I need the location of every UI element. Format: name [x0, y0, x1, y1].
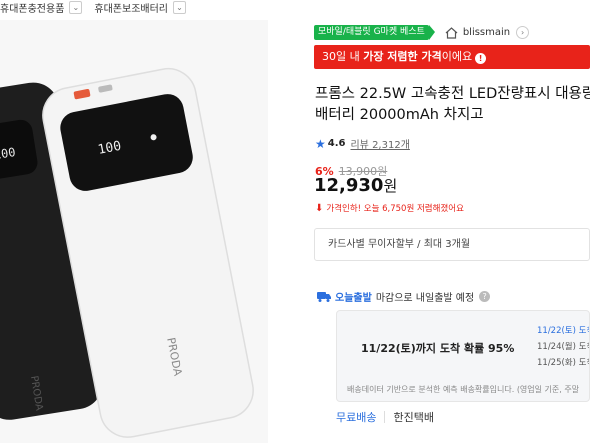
delivery-probability: 11/22(토)까지 도착 확률 95% [361, 342, 515, 355]
badge-row: 모바일/태블릿 G마켓 베스트 blissmain › [314, 25, 530, 40]
price-drop-text: 가격인하! 오늘 6,750원 저렴해졌어요 [326, 204, 464, 214]
shipping-method-row: 무료배송 한진택배 [336, 409, 434, 425]
review-count-link[interactable]: 리뷰 2,312개 [350, 136, 409, 151]
arrow-down-icon: ⬇ [315, 202, 324, 214]
chevron-down-icon[interactable]: ⌄ [69, 0, 83, 14]
lowest-prefix: 30일 내 [322, 50, 364, 63]
help-icon[interactable]: ? [479, 291, 491, 302]
best-badge-tail [428, 25, 435, 40]
breadcrumb: 휴대폰충전용품 ⌄ 휴대폰보조배터리 ⌄ [0, 0, 198, 15]
breadcrumb-label[interactable]: 휴대폰보조배터리 [94, 0, 168, 15]
delivery-note: 배송데이터 기반으로 분석한 예측 배송확률입니다. (영업일 기준, 주말 [347, 385, 580, 394]
product-info-panel: 모바일/태블릿 G마켓 베스트 blissmain › 30일 내 가장 저렴한… [312, 0, 590, 443]
shipping-header: 오늘출발 마감으로 내일출발 예정 ? [317, 289, 491, 304]
card-installment-select[interactable]: 카드사별 무이자할부 / 최대 3개월 [314, 228, 590, 261]
product-title-line1: 프롬스 22.5W 고속충전 LED잔량표시 대용량 [315, 86, 590, 102]
card-installment-text: 카드사별 무이자할부 / 최대 3개월 [328, 239, 471, 250]
rating-value: 4.6 [327, 138, 346, 149]
breadcrumb-item-subcategory[interactable]: 휴대폰보조배터리 ⌄ [94, 0, 198, 15]
delivery-estimate-box: 11/22(토)까지 도착 확률 95% 11/22(토) 도착 11/24(월… [336, 310, 590, 402]
delivery-date-item: 11/22(토) 도착 [537, 326, 590, 336]
delivery-date-item: 11/24(월) 도착 [537, 342, 590, 352]
delivery-dates: 11/22(토) 도착 11/24(월) 도착 11/25(화) 도착 [537, 323, 590, 371]
power-bank-image: 100 PRODA 100 PRODA [0, 20, 268, 443]
star-icon: ★ [315, 136, 326, 151]
chevron-down-icon[interactable]: ⌄ [173, 0, 187, 14]
current-price: 12,930원 [314, 175, 397, 196]
price-unit: 원 [383, 177, 398, 195]
price-drop-notice: ⬇ 가격인하! 오늘 6,750원 저렴해졌어요 [315, 202, 464, 215]
rating: ★ 4.6 리뷰 2,312개 [315, 136, 410, 152]
breadcrumb-item-category[interactable]: 휴대폰충전용품 ⌄ [0, 0, 94, 15]
lowest-price-banner: 30일 내 가장 저렴한 가격이에요! [314, 45, 590, 69]
best-badge[interactable]: 모바일/태블릿 G마켓 베스트 [314, 25, 429, 40]
product-title: 프롬스 22.5W 고속충전 LED잔량표시 대용량 배터리 20000mAh … [315, 84, 590, 126]
price-value: 12,930 [314, 175, 384, 196]
info-icon[interactable]: ! [475, 53, 487, 64]
truck-icon [317, 292, 331, 302]
breadcrumb-label[interactable]: 휴대폰충전용품 [0, 0, 64, 15]
product-image[interactable]: 100 PRODA 100 PRODA [0, 20, 268, 443]
product-title-line2: 배터리 20000mAh 차지고 [315, 107, 484, 123]
free-shipping-label: 무료배송 [336, 411, 377, 424]
delivery-date-item: 11/25(화) 도착 [537, 358, 590, 368]
divider [384, 411, 386, 423]
chevron-right-icon[interactable]: › [516, 26, 530, 39]
seller-link[interactable]: blissmain › [445, 26, 530, 39]
courier-name: 한진택배 [393, 411, 434, 424]
seller-name[interactable]: blissmain [463, 27, 510, 38]
ship-desc: 마감으로 내일출발 예정 [375, 293, 475, 304]
lowest-suffix: 이에요 [441, 50, 473, 63]
lowest-highlight: 가장 저렴한 가격 [363, 50, 442, 63]
home-icon [445, 26, 458, 39]
same-day-ship-title: 오늘출발 [335, 293, 372, 304]
